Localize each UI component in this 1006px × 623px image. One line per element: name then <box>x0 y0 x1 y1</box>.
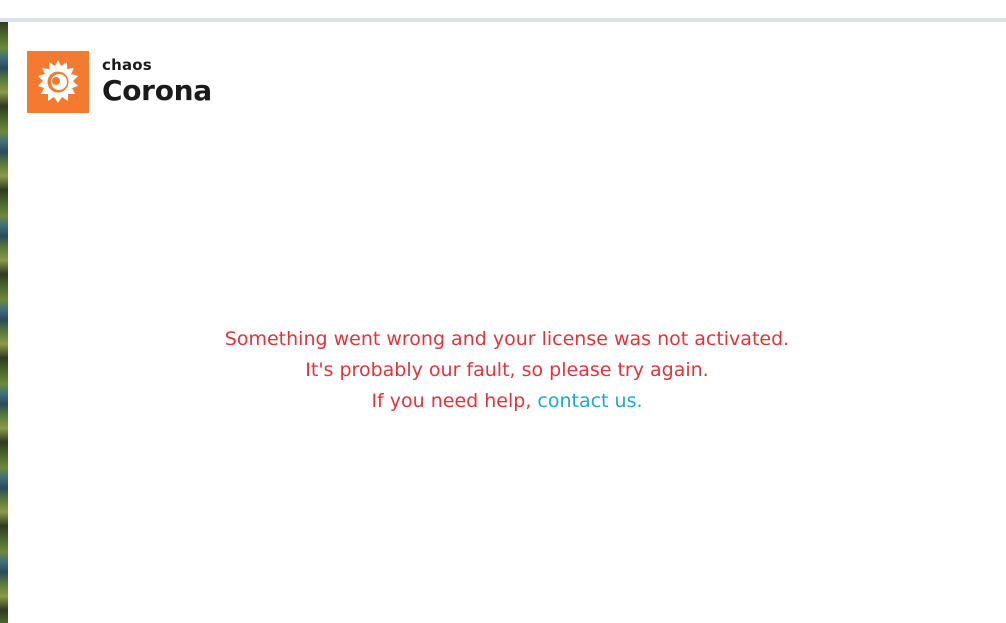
help-prefix: If you need help, <box>371 390 538 412</box>
error-line-3: If you need help, contact us. <box>8 386 1006 417</box>
corona-logo-icon <box>27 51 89 113</box>
brand-wordmark: chaos Corona <box>102 55 212 107</box>
error-line-2: It's probably our fault, so please try a… <box>305 359 709 381</box>
error-line-1: Something went wrong and your license wa… <box>224 328 790 350</box>
error-message: Something went wrong and your license wa… <box>8 324 1006 417</box>
brand-logo: chaos Corona <box>27 51 212 113</box>
side-image-strip <box>0 22 8 623</box>
contact-us-link[interactable]: contact us. <box>537 390 642 412</box>
top-progress-bar <box>0 18 1006 22</box>
brand-product-name: Corona <box>102 73 212 107</box>
brand-small-text: chaos <box>102 55 152 74</box>
activation-window: chaos Corona Something went wrong and yo… <box>0 0 1006 623</box>
